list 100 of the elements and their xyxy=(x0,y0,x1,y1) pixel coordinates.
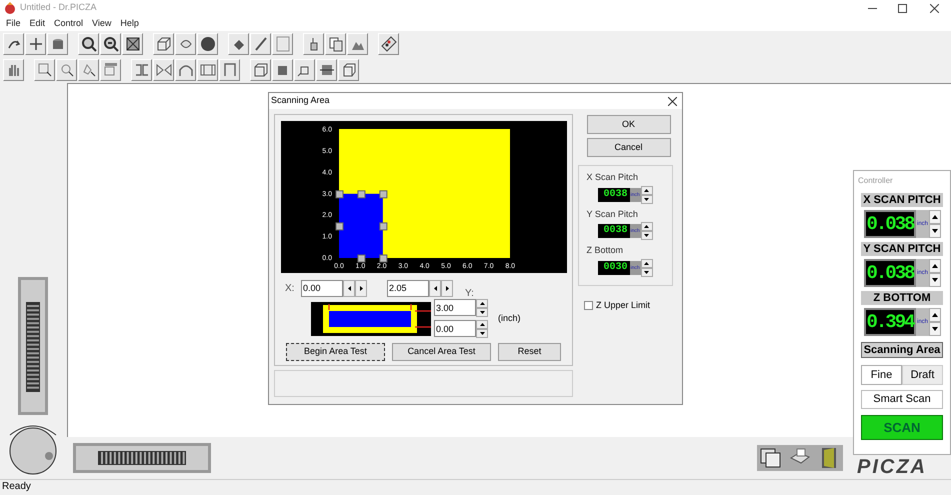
number-field[interactable]: 0.00 xyxy=(434,320,476,337)
spin-down-button[interactable] xyxy=(640,231,653,240)
spin-down-button[interactable] xyxy=(929,273,942,287)
toolbar-button[interactable] xyxy=(250,33,271,55)
resize-handle[interactable] xyxy=(379,222,388,230)
pitch-label: X Scan Pitch xyxy=(586,171,640,184)
number-field[interactable]: 0.00 xyxy=(301,280,343,296)
mirror-icon xyxy=(156,62,172,78)
menu-item[interactable]: View xyxy=(92,16,112,30)
menu-item[interactable]: File xyxy=(6,16,21,30)
up-arrow-icon xyxy=(932,264,938,268)
spin-down-button[interactable] xyxy=(929,322,942,336)
readout-label: Z BOTTOM xyxy=(861,291,943,305)
toolbar-button[interactable] xyxy=(303,33,324,55)
toolbar-button[interactable] xyxy=(153,59,174,81)
toolbar-button[interactable] xyxy=(175,59,196,81)
menu-item[interactable]: Edit xyxy=(30,16,46,30)
right-arrow-icon xyxy=(446,286,448,290)
toolbar-button[interactable] xyxy=(316,59,337,81)
x-label: X: xyxy=(284,282,296,296)
scan-select-icon xyxy=(102,62,118,78)
left-arrow-icon xyxy=(348,286,350,290)
resize-handle[interactable] xyxy=(379,254,388,262)
resize-handle[interactable] xyxy=(379,190,388,198)
selected-area[interactable] xyxy=(339,194,383,258)
dialog-button[interactable]: Cancel xyxy=(586,138,670,157)
toolbar-button[interactable] xyxy=(325,33,346,55)
pen-icon xyxy=(252,36,268,52)
toolbar-button[interactable] xyxy=(338,59,359,81)
spin-down-button[interactable] xyxy=(476,329,488,338)
readout-label: Y SCAN PITCH xyxy=(861,242,943,256)
resize-handle[interactable] xyxy=(336,222,344,230)
toolbar-button[interactable] xyxy=(153,33,174,55)
spin-up-button[interactable] xyxy=(476,299,488,308)
test-button[interactable]: Begin Area Test xyxy=(286,343,385,361)
resize-handle[interactable] xyxy=(357,254,366,262)
spin-down-button[interactable] xyxy=(476,308,488,317)
up-arrow-icon xyxy=(644,188,650,192)
bracket-icon xyxy=(222,62,238,78)
window-title: Untitled - Dr.PICZA xyxy=(20,1,97,14)
toolbar-button[interactable] xyxy=(272,59,293,81)
spin-up-button[interactable] xyxy=(640,222,653,231)
resize-handle[interactable] xyxy=(357,190,366,198)
spin-up-button[interactable] xyxy=(640,186,653,194)
toolbar-button[interactable] xyxy=(219,59,240,81)
checkbox[interactable] xyxy=(584,301,593,310)
spin-up-button[interactable] xyxy=(929,210,942,224)
dialog-button[interactable]: OK xyxy=(586,115,670,134)
test-button[interactable]: Cancel Area Test xyxy=(392,343,491,361)
spin-left-button[interactable] xyxy=(429,280,441,296)
mode-toggle[interactable]: Draft xyxy=(902,365,943,385)
dialog-title: Scanning Area xyxy=(271,94,330,108)
spin-down-button[interactable] xyxy=(929,224,942,238)
spin-up-button[interactable] xyxy=(929,259,942,273)
toolbar-button[interactable] xyxy=(122,33,143,55)
scanning-area-button[interactable]: Scanning Area xyxy=(861,342,943,358)
toolbar-button[interactable] xyxy=(25,33,46,55)
toolbar-button[interactable] xyxy=(197,33,218,55)
toolbar-button[interactable] xyxy=(250,59,271,81)
exit-button[interactable] xyxy=(815,445,843,471)
pitch-label: Z Bottom xyxy=(586,244,624,257)
app-logo-icon xyxy=(4,2,16,14)
up-arrow-icon xyxy=(480,302,484,305)
spin-right-button[interactable] xyxy=(441,280,453,296)
test-button[interactable]: Reset xyxy=(498,343,561,361)
spin-up-button[interactable] xyxy=(929,308,942,322)
mode-toggle[interactable]: Fine xyxy=(861,365,902,385)
toolbar-button[interactable] xyxy=(378,33,399,55)
down-arrow-icon xyxy=(932,229,938,233)
menu-item[interactable]: Control xyxy=(54,16,84,30)
spin-up-button[interactable] xyxy=(640,258,653,268)
unit-label: (inch) xyxy=(498,312,521,325)
toolbar-button[interactable] xyxy=(131,59,152,81)
blank-frame-icon xyxy=(274,36,290,52)
spin-right-button[interactable] xyxy=(355,280,367,296)
up-arrow-icon xyxy=(932,215,938,219)
toolbar-button[interactable] xyxy=(175,33,196,55)
up-arrow-icon xyxy=(644,262,650,264)
toolbar-button[interactable] xyxy=(228,33,249,55)
toolbar-button[interactable] xyxy=(294,59,315,81)
toolbar-button[interactable] xyxy=(3,33,24,55)
save-button[interactable] xyxy=(757,445,785,471)
toolbar-button[interactable] xyxy=(78,33,99,55)
smart-scan-button[interactable]: Smart Scan xyxy=(861,390,943,409)
copy-pages-icon xyxy=(328,36,344,52)
down-arrow-icon xyxy=(932,327,938,331)
close-icon xyxy=(668,96,676,106)
zoom-out-icon xyxy=(102,36,118,52)
down-arrow-icon xyxy=(644,270,650,274)
resize-handle[interactable] xyxy=(336,190,344,198)
spin-left-button[interactable] xyxy=(343,280,355,296)
toolbar-button[interactable] xyxy=(100,33,121,55)
lcd-readout: 0038 xyxy=(598,224,630,238)
toolbar-button[interactable] xyxy=(197,59,218,81)
toolbar-button[interactable] xyxy=(47,33,68,55)
number-field[interactable]: 3.00 xyxy=(434,299,476,316)
menu-item[interactable]: Help xyxy=(120,16,139,30)
spin-up-button[interactable] xyxy=(476,320,488,329)
down-arrow-icon xyxy=(644,234,650,237)
number-field[interactable]: 2.05 xyxy=(387,280,429,296)
